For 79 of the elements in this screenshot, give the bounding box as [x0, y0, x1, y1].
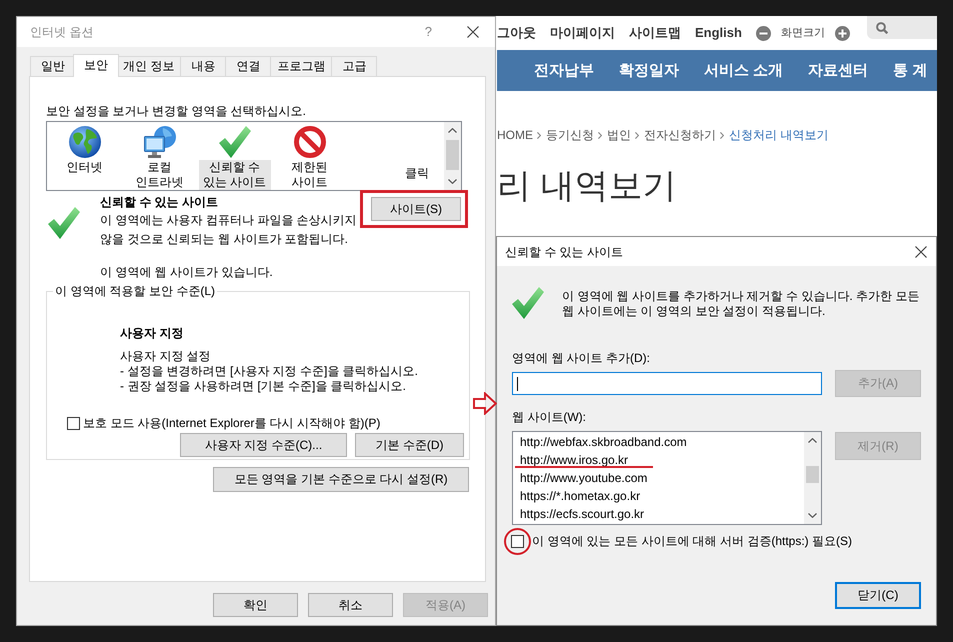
- window-title: 인터넷 옵션: [30, 24, 94, 40]
- site-item[interactable]: http://www.iros.go.kr: [513, 451, 804, 469]
- caret-up-icon[interactable]: [448, 128, 457, 133]
- breadcrumb-link[interactable]: HOME: [497, 128, 533, 142]
- reset-button[interactable]: 모든 영역을 기본 수준으로 다시 설정(R): [213, 467, 469, 492]
- breadcrumb-link[interactable]: 법인: [607, 128, 631, 142]
- nav-item[interactable]: 확정일자: [619, 62, 679, 80]
- dialog-button[interactable]: 취소: [308, 593, 393, 617]
- note-text: 클릭: [405, 166, 429, 180]
- tab[interactable]: 고급: [331, 56, 378, 76]
- plus-circle-icon[interactable]: [834, 26, 850, 40]
- minus-circle-icon[interactable]: [756, 26, 771, 40]
- group-label: 이 영역에 적용할 보안 수준(L): [53, 284, 218, 299]
- page-heading: 리 내역보기: [497, 166, 678, 206]
- utility-link[interactable]: English: [695, 25, 742, 41]
- chevron-icon: [635, 132, 639, 138]
- nav-item[interactable]: 서비스 소개: [704, 62, 784, 80]
- zone-description: 이 영역에는 사용자 컴퓨터나 파일을 손상시키지 않을 것으로 신뢰되는 웹 사이트가 포함됩니다.: [100, 212, 358, 248]
- checkmark-icon[interactable]: [218, 126, 250, 158]
- site-item[interactable]: https://ecfs.scourt.go.kr: [513, 505, 804, 523]
- utility-link[interactable]: 마이페이지: [550, 25, 615, 41]
- level-button[interactable]: 기본 수준(D): [355, 433, 464, 457]
- zone-label[interactable]: 인터넷: [66, 160, 104, 175]
- level-button[interactable]: 사용자 지정 수준(C)...: [180, 433, 347, 457]
- outline-arrow-icon: [473, 392, 497, 415]
- site-item[interactable]: http://www.youtube.com: [513, 469, 804, 487]
- list-label: 웹 사이트(W):: [512, 410, 587, 425]
- checkbox-label[interactable]: 이 영역에 있는 모든 사이트에 대해 서버 검증(https:) 필요(S): [532, 534, 852, 549]
- text-cursor-icon: [517, 376, 518, 390]
- zone-status: 이 영역에 웹 사이트가 있습니다.: [100, 264, 274, 281]
- checkmark-icon: [512, 287, 544, 319]
- caret-up-icon[interactable]: [808, 438, 817, 443]
- chevron-icon: [598, 132, 602, 138]
- tab[interactable]: 일반: [30, 56, 76, 76]
- search-field[interactable]: [866, 16, 937, 39]
- sites-button[interactable]: 사이트(S): [371, 197, 461, 221]
- close-button[interactable]: 닫기(C): [835, 582, 921, 609]
- close-icon[interactable]: [915, 246, 927, 258]
- site-item[interactable]: https://*.hometax.go.kr: [513, 487, 804, 505]
- zone-title: 신뢰할 수 있는 사이트: [100, 195, 220, 210]
- scroll-thumb[interactable]: [806, 466, 819, 483]
- caret-down-icon[interactable]: [808, 513, 817, 518]
- prohibition-icon[interactable]: [294, 126, 326, 158]
- breadcrumb-link[interactable]: 전자신청하기: [644, 128, 716, 142]
- globe-icon[interactable]: [68, 126, 100, 158]
- instruction-text: 보안 설정을 보거나 변경할 영역을 선택하십시오.: [46, 103, 308, 119]
- monitor-globe-icon[interactable]: [144, 126, 176, 158]
- caret-down-icon[interactable]: [448, 179, 457, 184]
- close-icon[interactable]: [467, 26, 479, 38]
- field-label: 영역에 웹 사이트 추가(D):: [512, 351, 651, 366]
- nav-item[interactable]: 전자납부: [534, 62, 594, 80]
- level-name: 사용자 지정: [120, 326, 184, 341]
- tab[interactable]: 보안: [73, 54, 119, 77]
- nav-item[interactable]: 통 계: [893, 62, 928, 80]
- scroll-thumb[interactable]: [446, 140, 459, 170]
- breadcrumb-link[interactable]: 등기신청: [546, 128, 594, 142]
- checkbox-label[interactable]: 보호 모드 사용(Internet Explorer를 다시 시작해야 함)(P): [83, 416, 380, 431]
- checkbox[interactable]: [511, 535, 524, 548]
- level-detail: - 설정을 변경하려면 [사용자 지정 수준]을 클릭하십시오.: [120, 364, 420, 379]
- zone-label[interactable]: 신뢰할 수 있는 사이트: [198, 160, 270, 190]
- url-input[interactable]: [512, 372, 822, 395]
- utility-link[interactable]: 사이트맵: [629, 25, 681, 41]
- chevron-icon: [537, 132, 541, 138]
- nav-item[interactable]: 자료센터: [808, 62, 868, 80]
- window-title: 신뢰할 수 있는 사이트: [505, 244, 624, 260]
- level-detail: 사용자 지정 설정: [120, 349, 212, 364]
- utility-link[interactable]: 그아웃: [497, 25, 536, 41]
- search-icon: [876, 22, 888, 34]
- level-detail: - 권장 설정을 사용하려면 [기본 수준]을 클릭하십시오.: [120, 379, 408, 394]
- checkmark-icon: [48, 207, 80, 239]
- breadcrumb-link[interactable]: 신청처리 내역보기: [729, 128, 828, 142]
- font-size-label: 화면크기: [780, 26, 825, 40]
- site-item[interactable]: http://webfax.skbroadband.com: [513, 433, 804, 451]
- zone-label[interactable]: 제한된 사이트: [274, 160, 346, 190]
- dialog-button[interactable]: 확인: [213, 593, 298, 617]
- chevron-icon: [720, 132, 724, 138]
- zone-label[interactable]: 로컬 인트라넷: [124, 160, 196, 190]
- checkbox[interactable]: [67, 417, 80, 430]
- message-text: 이 영역에 웹 사이트를 추가하거나 제거할 수 있습니다. 추가한 모든 웹 사이트에는 이 영역의 보안 설정이 적용됩니다.: [562, 289, 920, 319]
